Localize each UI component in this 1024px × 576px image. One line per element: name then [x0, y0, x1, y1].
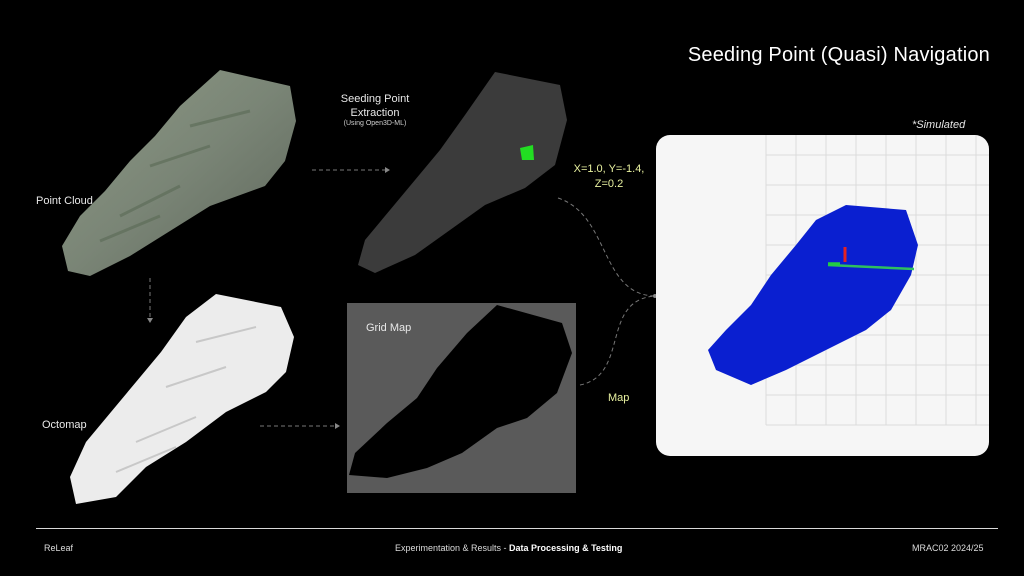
dashed-connector	[579, 295, 656, 386]
footer-left: ReLeaf	[44, 543, 74, 553]
footer-center-prefix: Experimentation & Results -	[395, 543, 510, 553]
footer-center: Experimentation & Results - Data Process…	[395, 543, 622, 553]
coords-line1: X=1.0, Y=-1.4,	[573, 163, 645, 175]
simulation-view	[708, 135, 989, 426]
footer-center-bold: Data Processing & Testing	[509, 543, 623, 553]
coordinates-readout: X=1.0, Y=-1.4, Z=0.2	[568, 162, 650, 192]
dashed-connector	[557, 197, 656, 297]
map-label: Map	[608, 392, 630, 404]
simulation-panel	[656, 135, 989, 456]
footer-right: MRAC02 2024/25	[912, 543, 984, 553]
coords-line2: Z=0.2	[594, 178, 624, 190]
simulated-label: *Simulated	[912, 119, 966, 131]
footer-divider	[36, 528, 998, 529]
